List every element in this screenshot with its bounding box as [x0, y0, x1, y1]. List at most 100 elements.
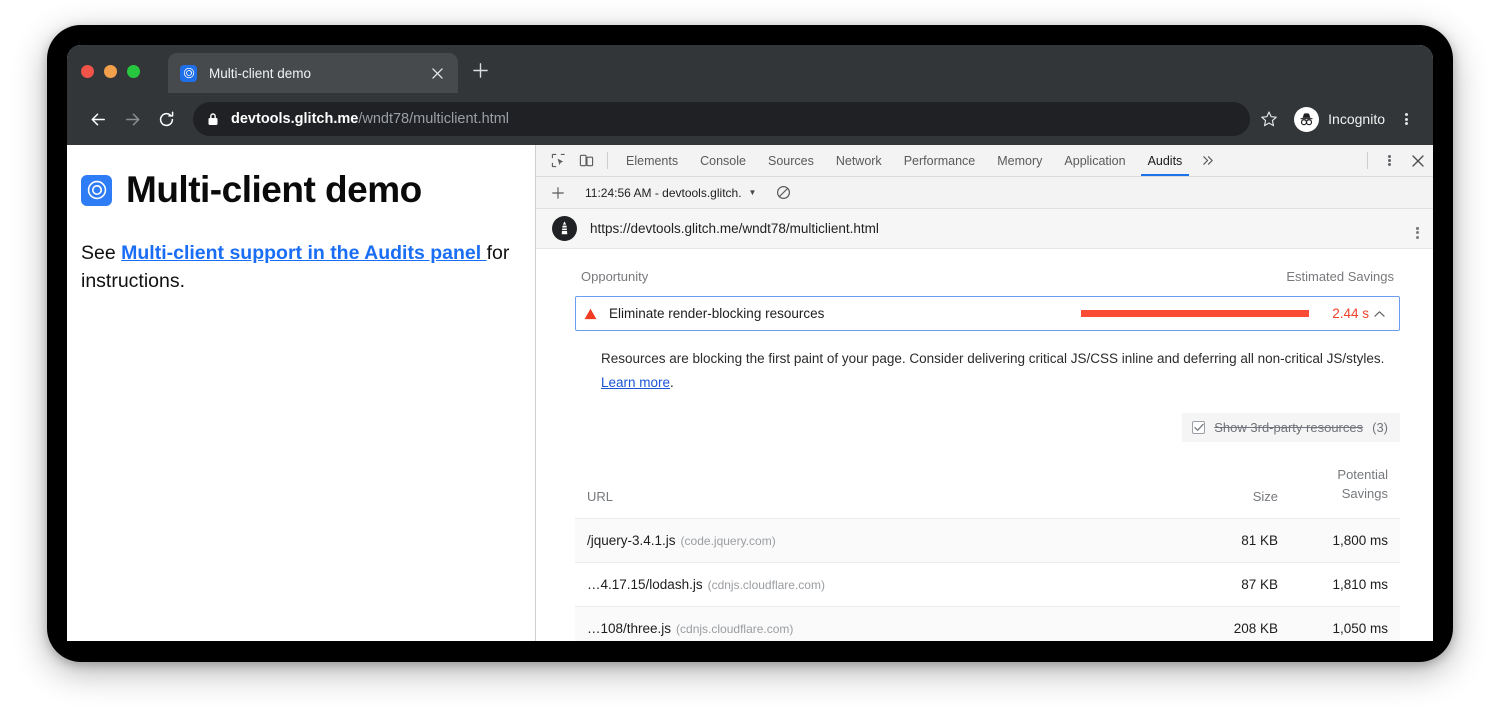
audit-opportunity-row[interactable]: Eliminate render-blocking resources 2.44… — [575, 296, 1400, 331]
content-area: Multi-client demo See Multi-client suppo… — [67, 145, 1433, 641]
tab-label: Performance — [904, 154, 976, 168]
browser-tabstrip: Multi-client demo — [67, 45, 1433, 93]
devtools-settings-button[interactable] — [1375, 145, 1403, 176]
learn-more-link[interactable]: Learn more — [601, 375, 670, 390]
devtools-close-button[interactable] — [1403, 145, 1433, 176]
lighthouse-report: https://devtools.glitch.me/wndt78/multic… — [536, 209, 1433, 641]
tab-application[interactable]: Application — [1053, 145, 1136, 176]
description-period: . — [670, 375, 674, 390]
back-button[interactable] — [81, 102, 115, 136]
incognito-icon — [1294, 107, 1319, 132]
resources-table: URL Size Potential Savings — [575, 456, 1400, 641]
profile-chip[interactable]: Incognito — [1294, 107, 1385, 132]
address-bar-text: devtools.glitch.me/wndt78/multiclient.ht… — [231, 111, 509, 127]
row-origin: (cdnjs.cloudflare.com) — [676, 622, 793, 636]
new-tab-button[interactable] — [472, 62, 489, 83]
audits-docs-link[interactable]: Multi-client support in the Audits panel — [121, 242, 486, 264]
opportunity-column-header: Opportunity — [581, 269, 648, 284]
audit-run-selector[interactable]: 11:24:56 AM - devtools.glitch. ▼ — [585, 186, 756, 200]
header-savings: Potential Savings — [1290, 456, 1400, 518]
browser-menu-button[interactable] — [1393, 104, 1419, 134]
audit-run-label: 11:24:56 AM - devtools.glitch. — [585, 186, 742, 200]
tab-console[interactable]: Console — [689, 145, 757, 176]
tab-memory[interactable]: Memory — [986, 145, 1053, 176]
tab-label: Elements — [626, 154, 678, 168]
row-url-cell: …4.17.15/lodash.js (cdnjs.cloudflare.com) — [575, 562, 1182, 606]
device-toolbar-icon[interactable] — [572, 145, 600, 176]
row-savings: 1,800 ms — [1290, 518, 1400, 562]
close-window-button[interactable] — [81, 65, 94, 78]
url-host: devtools.glitch.me — [231, 111, 358, 127]
chevron-double-right-icon[interactable] — [1193, 145, 1224, 176]
row-url: …4.17.15/lodash.js — [587, 577, 703, 592]
tab-performance[interactable]: Performance — [893, 145, 987, 176]
new-audit-button[interactable] — [546, 181, 570, 205]
minimize-window-button[interactable] — [104, 65, 117, 78]
devtools-tabbar: Elements Console Sources Network Perform… — [536, 145, 1433, 177]
browser-tab[interactable]: Multi-client demo — [168, 53, 458, 93]
window-controls — [81, 65, 140, 78]
page-viewport: Multi-client demo See Multi-client suppo… — [67, 145, 536, 641]
report-menu-button[interactable] — [1416, 226, 1419, 232]
lighthouse-logo-icon — [552, 216, 577, 241]
tab-title: Multi-client demo — [209, 66, 428, 81]
header-savings-line1: Potential — [1302, 466, 1388, 485]
tab-label: Application — [1064, 154, 1125, 168]
table-row[interactable]: /jquery-3.4.1.js(code.jquery.com) 81 KB … — [575, 518, 1400, 562]
savings-column-header: Estimated Savings — [1286, 269, 1394, 284]
row-origin: (code.jquery.com) — [681, 534, 776, 548]
table-header-row: URL Size Potential Savings — [575, 456, 1400, 518]
tab-sources[interactable]: Sources — [757, 145, 825, 176]
tab-label: Audits — [1148, 154, 1183, 168]
lock-icon — [207, 112, 219, 126]
close-icon[interactable] — [428, 64, 446, 82]
tab-network[interactable]: Network — [825, 145, 893, 176]
chrome-spiral-icon — [180, 65, 197, 82]
header-savings-line2: Savings — [1302, 485, 1388, 504]
row-url: …108/three.js — [587, 621, 671, 636]
audit-title: Eliminate render-blocking resources — [609, 306, 1081, 321]
table-row[interactable]: …108/three.js(cdnjs.cloudflare.com) 208 … — [575, 606, 1400, 641]
profile-label: Incognito — [1328, 111, 1385, 127]
reload-button[interactable] — [149, 102, 183, 136]
toolbar-spacer — [1224, 145, 1360, 176]
tab-label: Console — [700, 154, 746, 168]
third-party-filter-row: Show 3rd-party resources (3) — [575, 413, 1400, 442]
audit-savings-value: 2.44 s — [1309, 306, 1369, 321]
star-icon[interactable] — [1254, 104, 1284, 134]
forward-button[interactable] — [115, 102, 149, 136]
toolbar-divider-right — [1367, 152, 1368, 169]
tab-label: Memory — [997, 154, 1042, 168]
maximize-window-button[interactable] — [127, 65, 140, 78]
chevron-up-icon[interactable] — [1369, 310, 1389, 318]
chevron-down-icon: ▼ — [749, 188, 757, 197]
report-header: https://devtools.glitch.me/wndt78/multic… — [536, 209, 1433, 249]
page-paragraph: See Multi-client support in the Audits p… — [81, 240, 515, 295]
chrome-spiral-icon — [81, 175, 112, 206]
tab-audits[interactable]: Audits — [1137, 145, 1194, 176]
warning-triangle-icon — [584, 308, 597, 320]
audits-subtoolbar: 11:24:56 AM - devtools.glitch. ▼ — [536, 177, 1433, 209]
page-title: Multi-client demo — [81, 169, 515, 211]
table-body: /jquery-3.4.1.js(code.jquery.com) 81 KB … — [575, 518, 1400, 641]
report-url: https://devtools.glitch.me/wndt78/multic… — [590, 221, 1416, 236]
opportunity-header-row: Opportunity Estimated Savings — [575, 269, 1400, 296]
third-party-count: (3) — [1372, 420, 1388, 435]
row-size: 87 KB — [1182, 562, 1290, 606]
row-origin: (cdnjs.cloudflare.com) — [708, 578, 825, 592]
address-bar[interactable]: devtools.glitch.me/wndt78/multiclient.ht… — [193, 102, 1250, 136]
row-url: /jquery-3.4.1.js — [587, 533, 676, 548]
checkbox-icon[interactable] — [1192, 421, 1205, 434]
row-size: 81 KB — [1182, 518, 1290, 562]
third-party-toggle[interactable]: Show 3rd-party resources (3) — [1182, 413, 1400, 442]
table-head: URL Size Potential Savings — [575, 456, 1400, 518]
row-savings: 1,810 ms — [1290, 562, 1400, 606]
inspect-element-icon[interactable] — [544, 145, 572, 176]
clear-all-icon[interactable] — [772, 182, 794, 204]
row-url-cell: /jquery-3.4.1.js (code.jquery.com) — [575, 518, 1182, 562]
tab-elements[interactable]: Elements — [615, 145, 689, 176]
audit-description: Resources are blocking the first paint o… — [601, 347, 1391, 395]
report-body: Opportunity Estimated Savings Eliminate … — [536, 249, 1433, 641]
table-row[interactable]: …4.17.15/lodash.js (cdnjs.cloudflare.com)… — [575, 562, 1400, 606]
devtools-panel: Elements Console Sources Network Perform… — [536, 145, 1433, 641]
